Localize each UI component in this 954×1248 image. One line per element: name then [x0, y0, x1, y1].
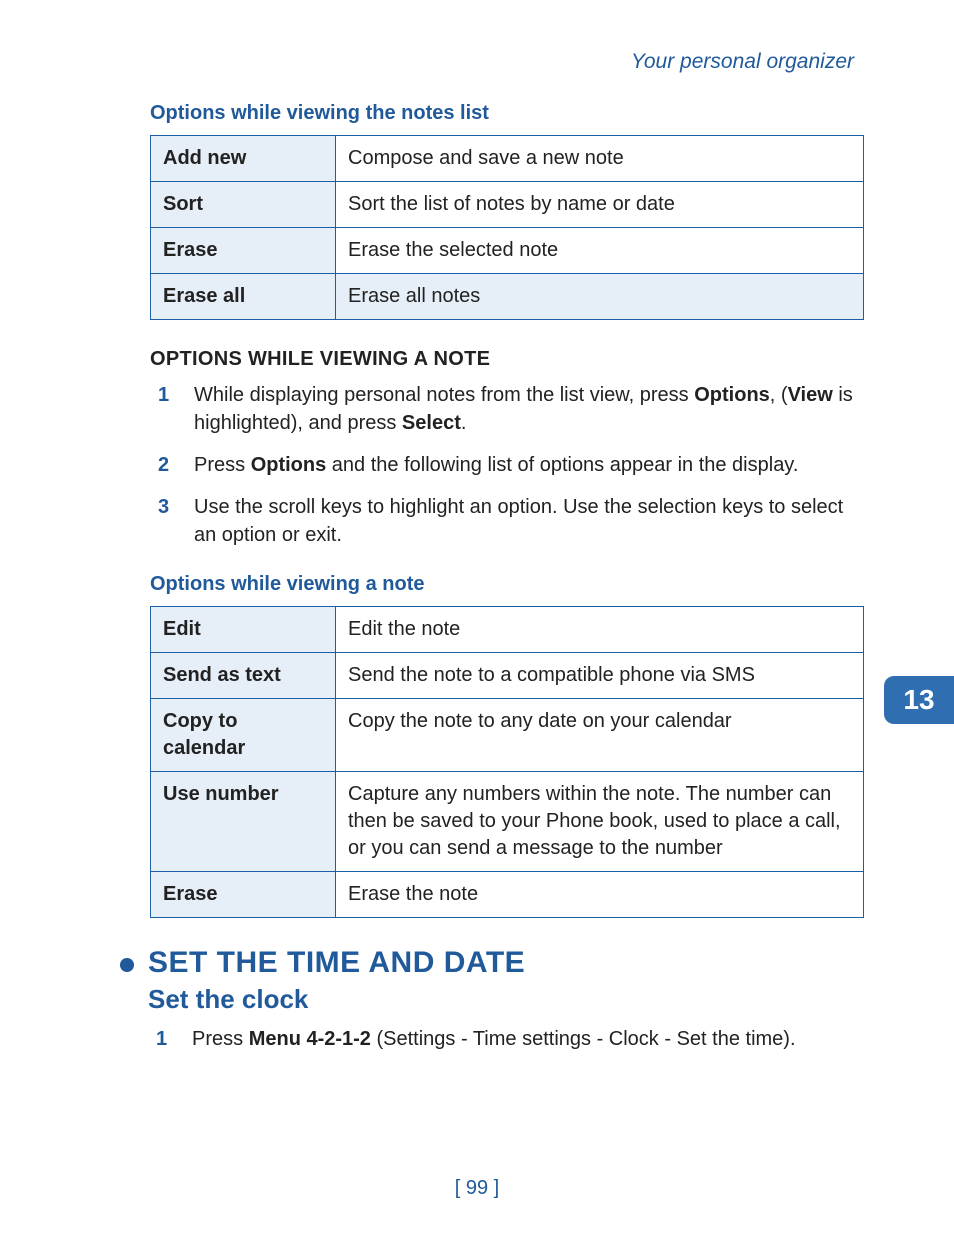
option-key: Erase: [151, 872, 336, 918]
table-row: Edit Edit the note: [151, 607, 864, 653]
option-key: Use number: [151, 772, 336, 872]
table1-caption: Options while viewing the notes list: [150, 102, 864, 125]
option-key: Add new: [151, 136, 336, 182]
option-desc: Send the note to a compatible phone via …: [336, 653, 864, 699]
option-desc: Edit the note: [336, 607, 864, 653]
running-head: Your personal organizer: [150, 50, 864, 74]
options-notes-list-table: Add new Compose and save a new note Sort…: [150, 135, 864, 320]
table-row: Erase Erase the note: [151, 872, 864, 918]
option-key: Send as text: [151, 653, 336, 699]
section-heading: SET THE TIME AND DATE: [148, 946, 796, 980]
option-desc: Sort the list of notes by name or date: [336, 182, 864, 228]
table-row: Copy to calendar Copy the note to any da…: [151, 699, 864, 772]
option-desc: Capture any numbers within the note. The…: [336, 772, 864, 872]
section-subheading: Set the clock: [148, 984, 796, 1015]
table-row: Sort Sort the list of notes by name or d…: [151, 182, 864, 228]
option-key: Erase all: [151, 274, 336, 320]
steps-view-note-options: While displaying personal notes from the…: [150, 381, 864, 549]
table2-caption: Options while viewing a note: [150, 573, 864, 596]
step-item: Use the scroll keys to highlight an opti…: [150, 493, 864, 549]
option-key: Edit: [151, 607, 336, 653]
table-row: Erase all Erase all notes: [151, 274, 864, 320]
option-desc: Erase the note: [336, 872, 864, 918]
table-row: Send as text Send the note to a compatib…: [151, 653, 864, 699]
step-item: Press Menu 4-2-1-2 (Settings - Time sett…: [148, 1025, 796, 1053]
subheading-options-viewing-note: OPTIONS WHILE VIEWING A NOTE: [150, 348, 864, 371]
option-desc: Compose and save a new note: [336, 136, 864, 182]
page-number: [ 99 ]: [0, 1177, 954, 1200]
option-desc: Copy the note to any date on your calend…: [336, 699, 864, 772]
option-desc: Erase the selected note: [336, 228, 864, 274]
bullet-icon: [120, 958, 134, 972]
table-row: Erase Erase the selected note: [151, 228, 864, 274]
option-key: Copy to calendar: [151, 699, 336, 772]
options-viewing-note-table: Edit Edit the note Send as text Send the…: [150, 606, 864, 918]
option-key: Erase: [151, 228, 336, 274]
table-row: Add new Compose and save a new note: [151, 136, 864, 182]
table-row: Use number Capture any numbers within th…: [151, 772, 864, 872]
step-item: Press Options and the following list of …: [150, 451, 864, 479]
option-desc: Erase all notes: [336, 274, 864, 320]
step-item: While displaying personal notes from the…: [150, 381, 864, 437]
option-key: Sort: [151, 182, 336, 228]
chapter-tab: 13: [884, 676, 954, 724]
steps-set-clock: Press Menu 4-2-1-2 (Settings - Time sett…: [148, 1025, 796, 1053]
